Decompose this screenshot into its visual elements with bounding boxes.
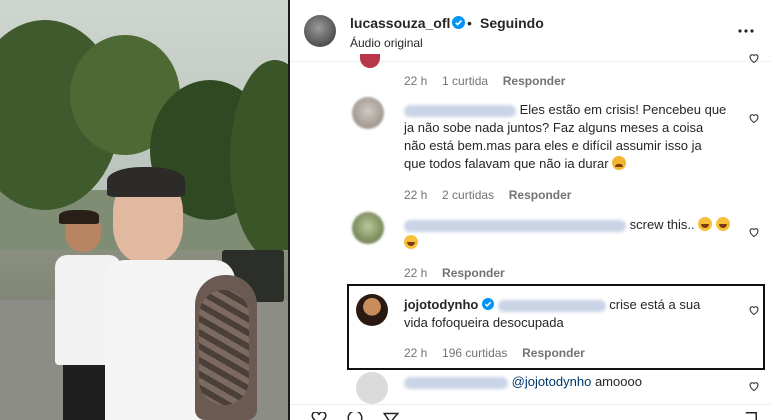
comment-time: 22 h — [404, 346, 428, 360]
video-runner-front — [95, 165, 285, 420]
comment-text: vida fofoqueira desocupada — [404, 315, 564, 330]
reply-button[interactable]: Responder — [509, 188, 572, 202]
comment-text: Eles estão em crisis! Pencebeu que — [519, 102, 727, 117]
comment-text: que todos falavam que não ia durar — [404, 156, 609, 171]
author-avatar[interactable] — [304, 15, 336, 47]
comment-icon[interactable] — [346, 412, 364, 420]
comment-body: Eles estão em crisis! Pencebeu que ja nã… — [404, 101, 744, 173]
laughing-emoji-icon — [698, 217, 713, 231]
reply-button[interactable]: Responder — [522, 346, 585, 360]
like-icon[interactable] — [310, 412, 328, 420]
comment-mention[interactable]: @jojotodynho — [512, 374, 592, 389]
share-icon[interactable] — [382, 412, 400, 420]
comment-text: screw this.. — [629, 217, 695, 232]
comment-text: crise está a sua — [609, 297, 701, 312]
post-header: lucassouza_ofl • Seguindo Áudio original — [290, 0, 771, 62]
comment-avatar[interactable] — [360, 54, 380, 68]
reply-button[interactable]: Responder — [503, 74, 566, 88]
save-icon[interactable] — [742, 412, 760, 420]
heart-icon[interactable] — [748, 380, 760, 392]
comment-time: 22 h — [404, 74, 428, 88]
comment-meta: 22 h Responder — [404, 266, 505, 280]
comment-username[interactable]: jojotodynho — [404, 297, 478, 312]
comment-meta: 22 h 196 curtidas Responder — [404, 346, 585, 360]
author-username[interactable]: lucassouza_ofl — [350, 15, 450, 31]
comment-time: 22 h — [404, 188, 428, 202]
blurred-username — [404, 376, 508, 389]
comment-likes[interactable]: 196 curtidas — [442, 346, 507, 360]
comment-text: amoooo — [594, 374, 642, 389]
laughing-emoji-icon — [404, 235, 418, 249]
comments-panel: lucassouza_ofl • Seguindo Áudio original… — [290, 0, 771, 420]
post-video[interactable] — [0, 0, 290, 420]
laughing-emoji-icon — [715, 217, 730, 231]
comment-text: não está bem.mas para eles e difícil ass… — [404, 138, 702, 153]
comment-avatar[interactable] — [352, 97, 384, 129]
verified-badge-icon — [482, 298, 494, 310]
comment-body: @jojotodynho amoooo — [404, 373, 744, 391]
comment-body: jojotodynho crise está a sua vida fofoqu… — [404, 296, 744, 332]
comment-body: screw this.. — [404, 216, 744, 252]
post-action-bar — [290, 404, 771, 420]
comment-time: 22 h — [404, 266, 428, 280]
verified-badge-icon — [452, 16, 465, 29]
heart-icon[interactable] — [748, 226, 760, 238]
more-options-icon[interactable] — [737, 22, 755, 40]
heart-icon[interactable] — [748, 112, 760, 124]
comment-avatar[interactable] — [356, 372, 388, 404]
comment-meta: 22 h 1 curtida Responder — [404, 74, 565, 88]
following-button[interactable]: Seguindo — [480, 15, 544, 31]
heart-icon[interactable] — [748, 304, 760, 316]
comment-likes[interactable]: 2 curtidas — [442, 188, 494, 202]
comment-avatar[interactable] — [356, 294, 388, 326]
comment-text: ja não sobe nada juntos? Faz alguns mese… — [404, 120, 704, 135]
heart-icon[interactable] — [748, 52, 760, 64]
blurred-username — [404, 219, 626, 232]
header-separator: • — [467, 15, 472, 31]
original-audio-link[interactable]: Áudio original — [350, 36, 423, 50]
sad-face-emoji-icon — [612, 156, 627, 170]
blurred-username — [404, 104, 516, 117]
comment-likes[interactable]: 1 curtida — [442, 74, 488, 88]
reply-button[interactable]: Responder — [442, 266, 505, 280]
comment-meta: 22 h 2 curtidas Responder — [404, 188, 571, 202]
comment-avatar[interactable] — [352, 212, 384, 244]
blurred-mention — [497, 299, 606, 312]
